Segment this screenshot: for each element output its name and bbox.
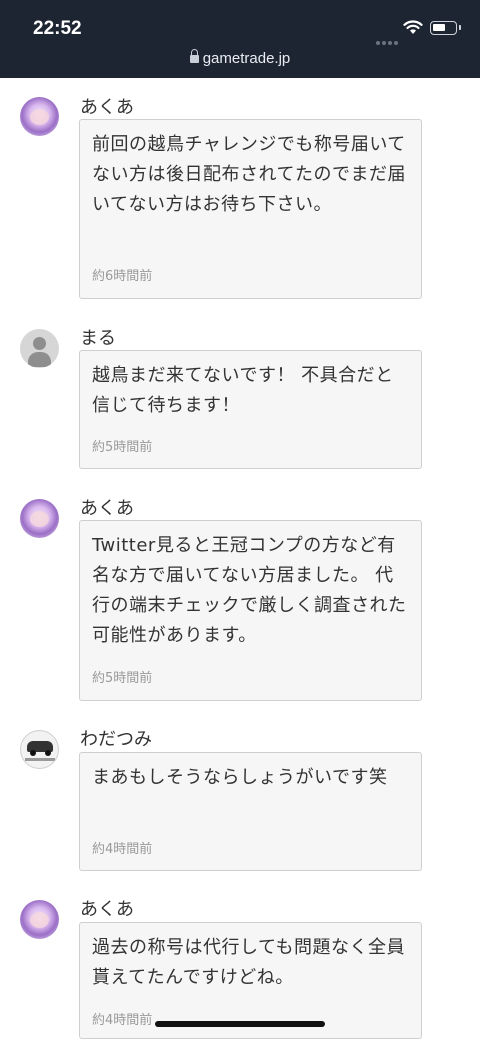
address-bar[interactable]: gametrade.jp bbox=[0, 49, 480, 67]
comment-timestamp: 約4時間前 bbox=[92, 842, 153, 857]
default-user-icon bbox=[33, 337, 46, 350]
comment-bubble: まあもしそうならしょうがいです笑 約4時間前 bbox=[79, 752, 422, 871]
comment-text: まあもしそうならしょうがいです笑 bbox=[92, 767, 388, 788]
comment-text: 過去の称号は代行しても問題なく全員貰えてたんですけどね。 bbox=[92, 937, 406, 988]
comment-text: 越鳥まだ来てないです！ 不具合だと信じて待ちます！ bbox=[92, 365, 394, 416]
user-avatar[interactable] bbox=[20, 499, 59, 538]
comment-timestamp: 約4時間前 bbox=[92, 1013, 153, 1028]
comment-username[interactable]: まる bbox=[80, 324, 116, 350]
user-avatar[interactable] bbox=[20, 329, 59, 368]
url-text: gametrade.jp bbox=[202, 50, 291, 67]
comment-username[interactable]: あくあ bbox=[80, 494, 134, 520]
clock-time: 22:52 bbox=[33, 18, 82, 39]
signal-dots-icon bbox=[376, 30, 400, 49]
comment-username[interactable]: あくあ bbox=[80, 93, 134, 119]
user-avatar[interactable] bbox=[20, 900, 59, 939]
comment-bubble: Twitter見ると王冠コンプの方など有名な方で届いてない方居ました。 代行の端… bbox=[79, 520, 422, 701]
comment-username[interactable]: わだつみ bbox=[80, 725, 152, 751]
lock-icon bbox=[189, 49, 199, 63]
comment-timestamp: 約5時間前 bbox=[92, 671, 153, 686]
comment-text: Twitter見ると王冠コンプの方など有名な方で届いてない方居ました。 代行の端… bbox=[92, 535, 407, 646]
user-avatar[interactable] bbox=[20, 97, 59, 136]
comment-bubble: 前回の越鳥チャレンジでも称号届いてない方は後日配布されてたのでまだ届いてない方は… bbox=[79, 119, 422, 299]
comment-timestamp: 約5時間前 bbox=[92, 440, 153, 455]
comment-timestamp: 約6時間前 bbox=[92, 269, 153, 284]
wifi-icon bbox=[403, 20, 423, 39]
comment-bubble: 越鳥まだ来てないです！ 不具合だと信じて待ちます！ 約5時間前 bbox=[79, 350, 422, 469]
status-bar: 22:52 gametrade.jp bbox=[0, 0, 480, 78]
user-avatar[interactable] bbox=[20, 730, 59, 769]
comment-text: 前回の越鳥チャレンジでも称号届いてない方は後日配布されてたのでまだ届いてない方は… bbox=[92, 134, 406, 215]
home-indicator[interactable] bbox=[155, 1021, 325, 1027]
comment-username[interactable]: あくあ bbox=[80, 895, 134, 921]
battery-icon bbox=[430, 21, 461, 35]
